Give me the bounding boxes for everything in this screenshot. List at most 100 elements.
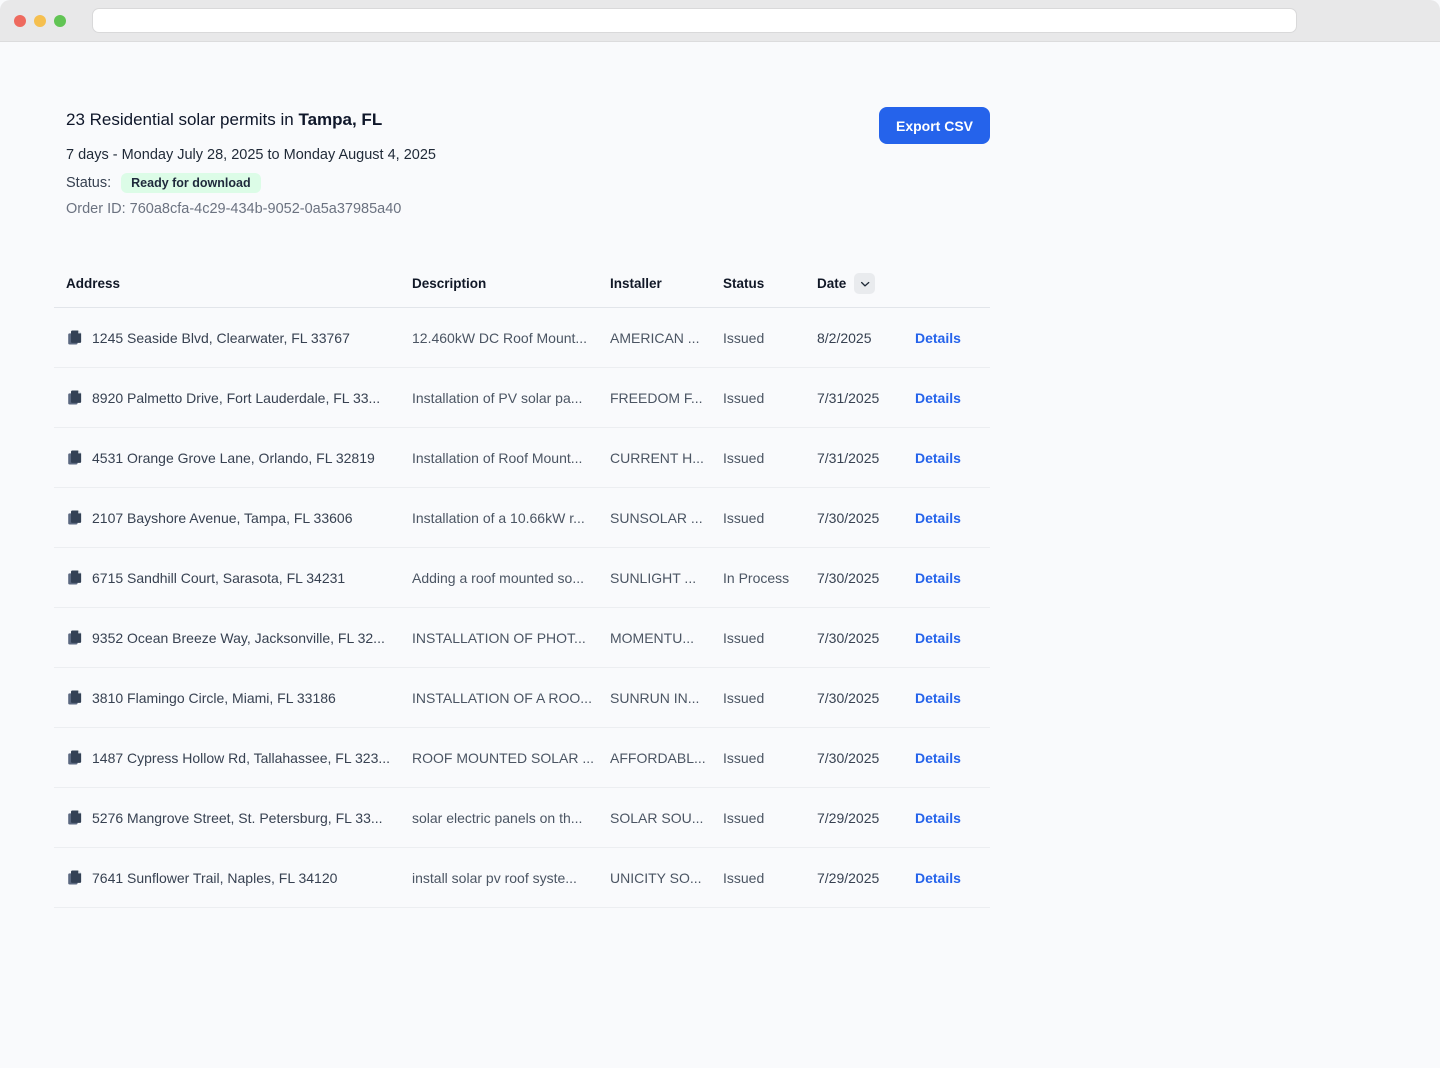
date-cell: 7/31/2025 bbox=[817, 390, 915, 406]
copy-address-button[interactable] bbox=[66, 569, 83, 586]
address-text: 6715 Sandhill Court, Sarasota, FL 34231 bbox=[92, 570, 345, 586]
details-cell: Details bbox=[915, 630, 990, 646]
close-window-button[interactable] bbox=[14, 15, 26, 27]
details-link[interactable]: Details bbox=[915, 630, 961, 646]
address-cell: 5276 Mangrove Street, St. Petersburg, FL… bbox=[54, 809, 412, 826]
details-cell: Details bbox=[915, 750, 990, 766]
status-badge: Ready for download bbox=[121, 173, 260, 194]
details-link[interactable]: Details bbox=[915, 330, 961, 346]
address-text: 7641 Sunflower Trail, Naples, FL 34120 bbox=[92, 870, 337, 886]
status-label: Status: bbox=[66, 175, 111, 191]
details-cell: Details bbox=[915, 870, 990, 886]
date-cell: 7/29/2025 bbox=[817, 870, 915, 886]
table-row: 6715 Sandhill Court, Sarasota, FL 34231 … bbox=[54, 548, 990, 608]
details-cell: Details bbox=[915, 390, 990, 406]
minimize-window-button[interactable] bbox=[34, 15, 46, 27]
permits-table: Address Description Installer Status Dat… bbox=[54, 260, 990, 908]
date-cell: 7/30/2025 bbox=[817, 750, 915, 766]
column-header-installer: Installer bbox=[610, 276, 723, 291]
installer-cell: SUNRUN IN... bbox=[610, 690, 723, 706]
status-cell: Issued bbox=[723, 390, 817, 406]
date-cell: 7/30/2025 bbox=[817, 630, 915, 646]
address-text: 9352 Ocean Breeze Way, Jacksonville, FL … bbox=[92, 630, 385, 646]
zoom-window-button[interactable] bbox=[54, 15, 66, 27]
details-link[interactable]: Details bbox=[915, 570, 961, 586]
copy-address-button[interactable] bbox=[66, 329, 83, 346]
copy-address-button[interactable] bbox=[66, 749, 83, 766]
details-link[interactable]: Details bbox=[915, 810, 961, 826]
address-cell: 8920 Palmetto Drive, Fort Lauderdale, FL… bbox=[54, 389, 412, 406]
details-link[interactable]: Details bbox=[915, 450, 961, 466]
table-row: 1245 Seaside Blvd, Clearwater, FL 33767 … bbox=[54, 308, 990, 368]
copy-icon bbox=[66, 749, 83, 766]
copy-address-button[interactable] bbox=[66, 509, 83, 526]
installer-cell: FREEDOM F... bbox=[610, 390, 723, 406]
table-row: 4531 Orange Grove Lane, Orlando, FL 3281… bbox=[54, 428, 990, 488]
export-csv-button[interactable]: Export CSV bbox=[879, 107, 990, 144]
details-link[interactable]: Details bbox=[915, 510, 961, 526]
copy-icon bbox=[66, 869, 83, 886]
copy-icon bbox=[66, 389, 83, 406]
installer-cell: AMERICAN ... bbox=[610, 330, 723, 346]
browser-chrome bbox=[0, 0, 1440, 42]
status-row: Status: Ready for download bbox=[66, 172, 990, 194]
page-title: 23 Residential solar permits in Tampa, F… bbox=[66, 108, 990, 132]
installer-cell: AFFORDABL... bbox=[610, 750, 723, 766]
column-header-address: Address bbox=[54, 276, 412, 291]
page-title-location: Tampa, FL bbox=[298, 110, 382, 129]
column-header-status: Status bbox=[723, 276, 817, 291]
details-link[interactable]: Details bbox=[915, 870, 961, 886]
status-cell: Issued bbox=[723, 870, 817, 886]
chevron-down-icon bbox=[859, 278, 871, 290]
installer-cell: UNICITY SO... bbox=[610, 870, 723, 886]
date-cell: 7/30/2025 bbox=[817, 570, 915, 586]
table-row: 9352 Ocean Breeze Way, Jacksonville, FL … bbox=[54, 608, 990, 668]
copy-icon bbox=[66, 569, 83, 586]
status-cell: Issued bbox=[723, 810, 817, 826]
traffic-lights bbox=[14, 15, 66, 27]
details-cell: Details bbox=[915, 570, 990, 586]
column-header-description: Description bbox=[412, 276, 610, 291]
date-cell: 7/30/2025 bbox=[817, 690, 915, 706]
copy-address-button[interactable] bbox=[66, 689, 83, 706]
description-cell: ROOF MOUNTED SOLAR ... bbox=[412, 750, 610, 766]
details-link[interactable]: Details bbox=[915, 690, 961, 706]
order-id: Order ID: 760a8cfa-4c29-434b-9052-0a5a37… bbox=[66, 201, 990, 217]
address-text: 4531 Orange Grove Lane, Orlando, FL 3281… bbox=[92, 450, 375, 466]
address-text: 3810 Flamingo Circle, Miami, FL 33186 bbox=[92, 690, 336, 706]
copy-address-button[interactable] bbox=[66, 809, 83, 826]
date-sort-button[interactable] bbox=[854, 273, 875, 294]
address-cell: 3810 Flamingo Circle, Miami, FL 33186 bbox=[54, 689, 412, 706]
status-cell: In Process bbox=[723, 570, 817, 586]
copy-address-button[interactable] bbox=[66, 629, 83, 646]
description-cell: install solar pv roof syste... bbox=[412, 870, 610, 886]
table-row: 8920 Palmetto Drive, Fort Lauderdale, FL… bbox=[54, 368, 990, 428]
copy-icon bbox=[66, 449, 83, 466]
details-link[interactable]: Details bbox=[915, 750, 961, 766]
date-cell: 7/29/2025 bbox=[817, 810, 915, 826]
description-cell: solar electric panels on th... bbox=[412, 810, 610, 826]
details-link[interactable]: Details bbox=[915, 390, 961, 406]
address-cell: 4531 Orange Grove Lane, Orlando, FL 3281… bbox=[54, 449, 412, 466]
address-cell: 6715 Sandhill Court, Sarasota, FL 34231 bbox=[54, 569, 412, 586]
table-body: 1245 Seaside Blvd, Clearwater, FL 33767 … bbox=[54, 308, 990, 908]
copy-address-button[interactable] bbox=[66, 449, 83, 466]
description-cell: Installation of a 10.66kW r... bbox=[412, 510, 610, 526]
date-range-subtitle: 7 days - Monday July 28, 2025 to Monday … bbox=[66, 145, 990, 165]
page-content: 23 Residential solar permits in Tampa, F… bbox=[54, 108, 990, 908]
address-text: 1487 Cypress Hollow Rd, Tallahassee, FL … bbox=[92, 750, 390, 766]
address-cell: 7641 Sunflower Trail, Naples, FL 34120 bbox=[54, 869, 412, 886]
address-cell: 1487 Cypress Hollow Rd, Tallahassee, FL … bbox=[54, 749, 412, 766]
page-title-prefix: 23 Residential solar permits in bbox=[66, 110, 298, 129]
copy-icon bbox=[66, 629, 83, 646]
date-cell: 8/2/2025 bbox=[817, 330, 915, 346]
table-row: 5276 Mangrove Street, St. Petersburg, FL… bbox=[54, 788, 990, 848]
description-cell: Installation of PV solar pa... bbox=[412, 390, 610, 406]
copy-address-button[interactable] bbox=[66, 869, 83, 886]
address-cell: 9352 Ocean Breeze Way, Jacksonville, FL … bbox=[54, 629, 412, 646]
table-header-row: Address Description Installer Status Dat… bbox=[54, 260, 990, 308]
column-header-date-label: Date bbox=[817, 276, 846, 291]
url-bar[interactable] bbox=[92, 8, 1297, 33]
copy-address-button[interactable] bbox=[66, 389, 83, 406]
address-text: 8920 Palmetto Drive, Fort Lauderdale, FL… bbox=[92, 390, 380, 406]
